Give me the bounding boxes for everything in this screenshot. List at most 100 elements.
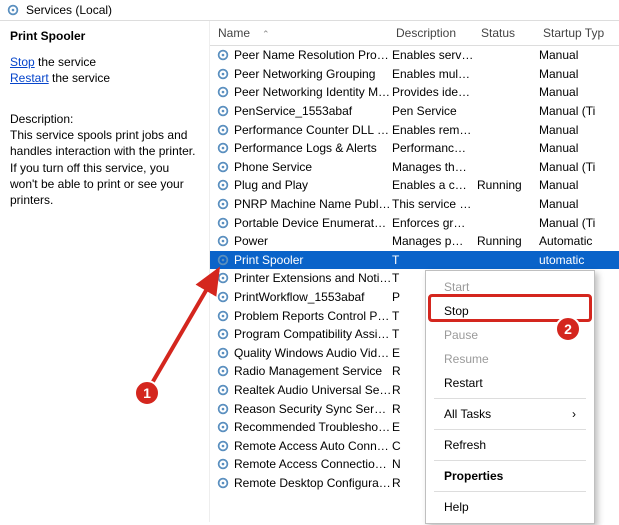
- menu-resume: Resume: [428, 347, 592, 371]
- cell-description: Enables rem…: [392, 123, 477, 137]
- cell-description: Enables serv…: [392, 48, 477, 62]
- service-row[interactable]: Peer Networking Identity M…Provides ide……: [210, 83, 619, 102]
- service-icon: [216, 457, 230, 471]
- service-icon: [216, 309, 230, 323]
- service-icon: [216, 216, 230, 230]
- menu-properties[interactable]: Properties: [428, 464, 592, 488]
- service-row[interactable]: Plug and PlayEnables a c…RunningManual: [210, 176, 619, 195]
- service-row[interactable]: Peer Networking GroupingEnables mul… Manu…: [210, 65, 619, 84]
- cell-startup: Manual (Ti: [539, 104, 619, 118]
- cell-status: Running: [477, 234, 539, 248]
- cell-name: Reason Security Sync Servi…: [234, 402, 392, 416]
- menu-stop[interactable]: Stop: [428, 299, 592, 323]
- cell-startup: Manual: [539, 48, 619, 62]
- cell-description: Manages p…: [392, 234, 477, 248]
- cell-name: Program Compatibility Assi…: [234, 327, 392, 341]
- menu-restart[interactable]: Restart: [428, 371, 592, 395]
- cell-name: Realtek Audio Universal Se…: [234, 383, 392, 397]
- service-row[interactable]: Peer Name Resolution Prot…Enables serv… M…: [210, 46, 619, 65]
- cell-startup: Manual: [539, 85, 619, 99]
- service-icon: [216, 271, 230, 285]
- cell-name: Peer Name Resolution Prot…: [234, 48, 392, 62]
- service-icon: [216, 141, 230, 155]
- service-icon: [216, 364, 230, 378]
- column-headers: Name⌃ Description Status Startup Typ: [210, 21, 619, 46]
- service-row[interactable]: Performance Logs & AlertsPerformanc…Manu…: [210, 139, 619, 158]
- col-name[interactable]: Name⌃: [210, 21, 388, 45]
- cell-name: Plug and Play: [234, 178, 392, 192]
- cell-startup: Automatic: [539, 234, 619, 248]
- service-icon: [216, 383, 230, 397]
- header: Services (Local): [0, 0, 619, 21]
- cell-name: PrintWorkflow_1553abaf: [234, 290, 392, 304]
- menu-all-tasks[interactable]: All Tasks›: [428, 402, 592, 426]
- cell-name: Quality Windows Audio Vid…: [234, 346, 392, 360]
- service-icon: [216, 123, 230, 137]
- service-icon: [216, 85, 230, 99]
- cell-description: T: [392, 253, 477, 267]
- cell-description: Performanc…: [392, 141, 477, 155]
- cell-description: This service …: [392, 197, 477, 211]
- service-icon: [216, 476, 230, 490]
- menu-refresh[interactable]: Refresh: [428, 433, 592, 457]
- context-menu: Start Stop Pause Resume Restart All Task…: [425, 270, 595, 524]
- detail-panel: Print Spooler Stop the service Restart th…: [0, 21, 210, 522]
- cell-name: Recommended Troublesho…: [234, 420, 392, 434]
- cell-name: Remote Access Connection…: [234, 457, 392, 471]
- service-icon: [216, 420, 230, 434]
- cell-name: Remote Desktop Configurat…: [234, 476, 392, 490]
- service-row[interactable]: Print SpoolerTutomatic: [210, 251, 619, 270]
- cell-description: Provides ide…: [392, 85, 477, 99]
- chevron-right-icon: ›: [572, 407, 576, 421]
- service-icon: [216, 290, 230, 304]
- cell-name: Printer Extensions and Notif…: [234, 271, 392, 285]
- service-icon: [216, 346, 230, 360]
- menu-help[interactable]: Help: [428, 495, 592, 519]
- cell-name: Print Spooler: [234, 253, 392, 267]
- cell-name: Peer Networking Identity M…: [234, 85, 392, 99]
- cell-name: Peer Networking Grouping: [234, 67, 392, 81]
- service-row[interactable]: Phone ServiceManages th…Manual (Ti: [210, 158, 619, 177]
- cell-name: PNRP Machine Name Publi…: [234, 197, 392, 211]
- cell-description: Enables mul…: [392, 67, 477, 81]
- service-icon: [216, 197, 230, 211]
- cell-description: Enforces gr…: [392, 216, 477, 230]
- service-icon: [216, 48, 230, 62]
- panel-action: Restart the service: [10, 71, 199, 85]
- menu-start: Start: [428, 275, 592, 299]
- service-icon: [216, 439, 230, 453]
- service-row[interactable]: Portable Device Enumerator…Enforces gr…M…: [210, 213, 619, 232]
- action-link[interactable]: Restart: [10, 71, 49, 85]
- cell-startup: Manual: [539, 67, 619, 81]
- service-title: Print Spooler: [10, 29, 199, 43]
- service-icon: [216, 253, 230, 267]
- service-icon: [216, 327, 230, 341]
- service-row[interactable]: PowerManages p…RunningAutomatic: [210, 232, 619, 251]
- cell-name: Performance Counter DLL …: [234, 123, 392, 137]
- service-row[interactable]: PenService_1553abafPen Service Manual (Ti: [210, 102, 619, 121]
- cell-name: Problem Reports Control Pa…: [234, 309, 392, 323]
- description-label: Description:: [10, 111, 199, 127]
- panel-action: Stop the service: [10, 55, 199, 69]
- service-icon: [216, 160, 230, 174]
- cell-name: Remote Access Auto Conne…: [234, 439, 392, 453]
- menu-pause: Pause: [428, 323, 592, 347]
- cell-startup: Manual (Ti: [539, 160, 619, 174]
- cell-name: PenService_1553abaf: [234, 104, 392, 118]
- cell-description: Manages th…: [392, 160, 477, 174]
- col-startup[interactable]: Startup Typ: [535, 21, 619, 45]
- col-description[interactable]: Description: [388, 21, 473, 45]
- service-icon: [216, 104, 230, 118]
- services-icon: [6, 3, 20, 17]
- service-icon: [216, 402, 230, 416]
- service-icon: [216, 67, 230, 81]
- cell-status: Running: [477, 178, 539, 192]
- cell-startup: Manual: [539, 123, 619, 137]
- service-icon: [216, 178, 230, 192]
- cell-name: Performance Logs & Alerts: [234, 141, 392, 155]
- service-row[interactable]: Performance Counter DLL …Enables rem… Man…: [210, 120, 619, 139]
- cell-description: Pen Service: [392, 104, 477, 118]
- service-row[interactable]: PNRP Machine Name Publi…This service …Ma…: [210, 195, 619, 214]
- col-status[interactable]: Status: [473, 21, 535, 45]
- action-link[interactable]: Stop: [10, 55, 35, 69]
